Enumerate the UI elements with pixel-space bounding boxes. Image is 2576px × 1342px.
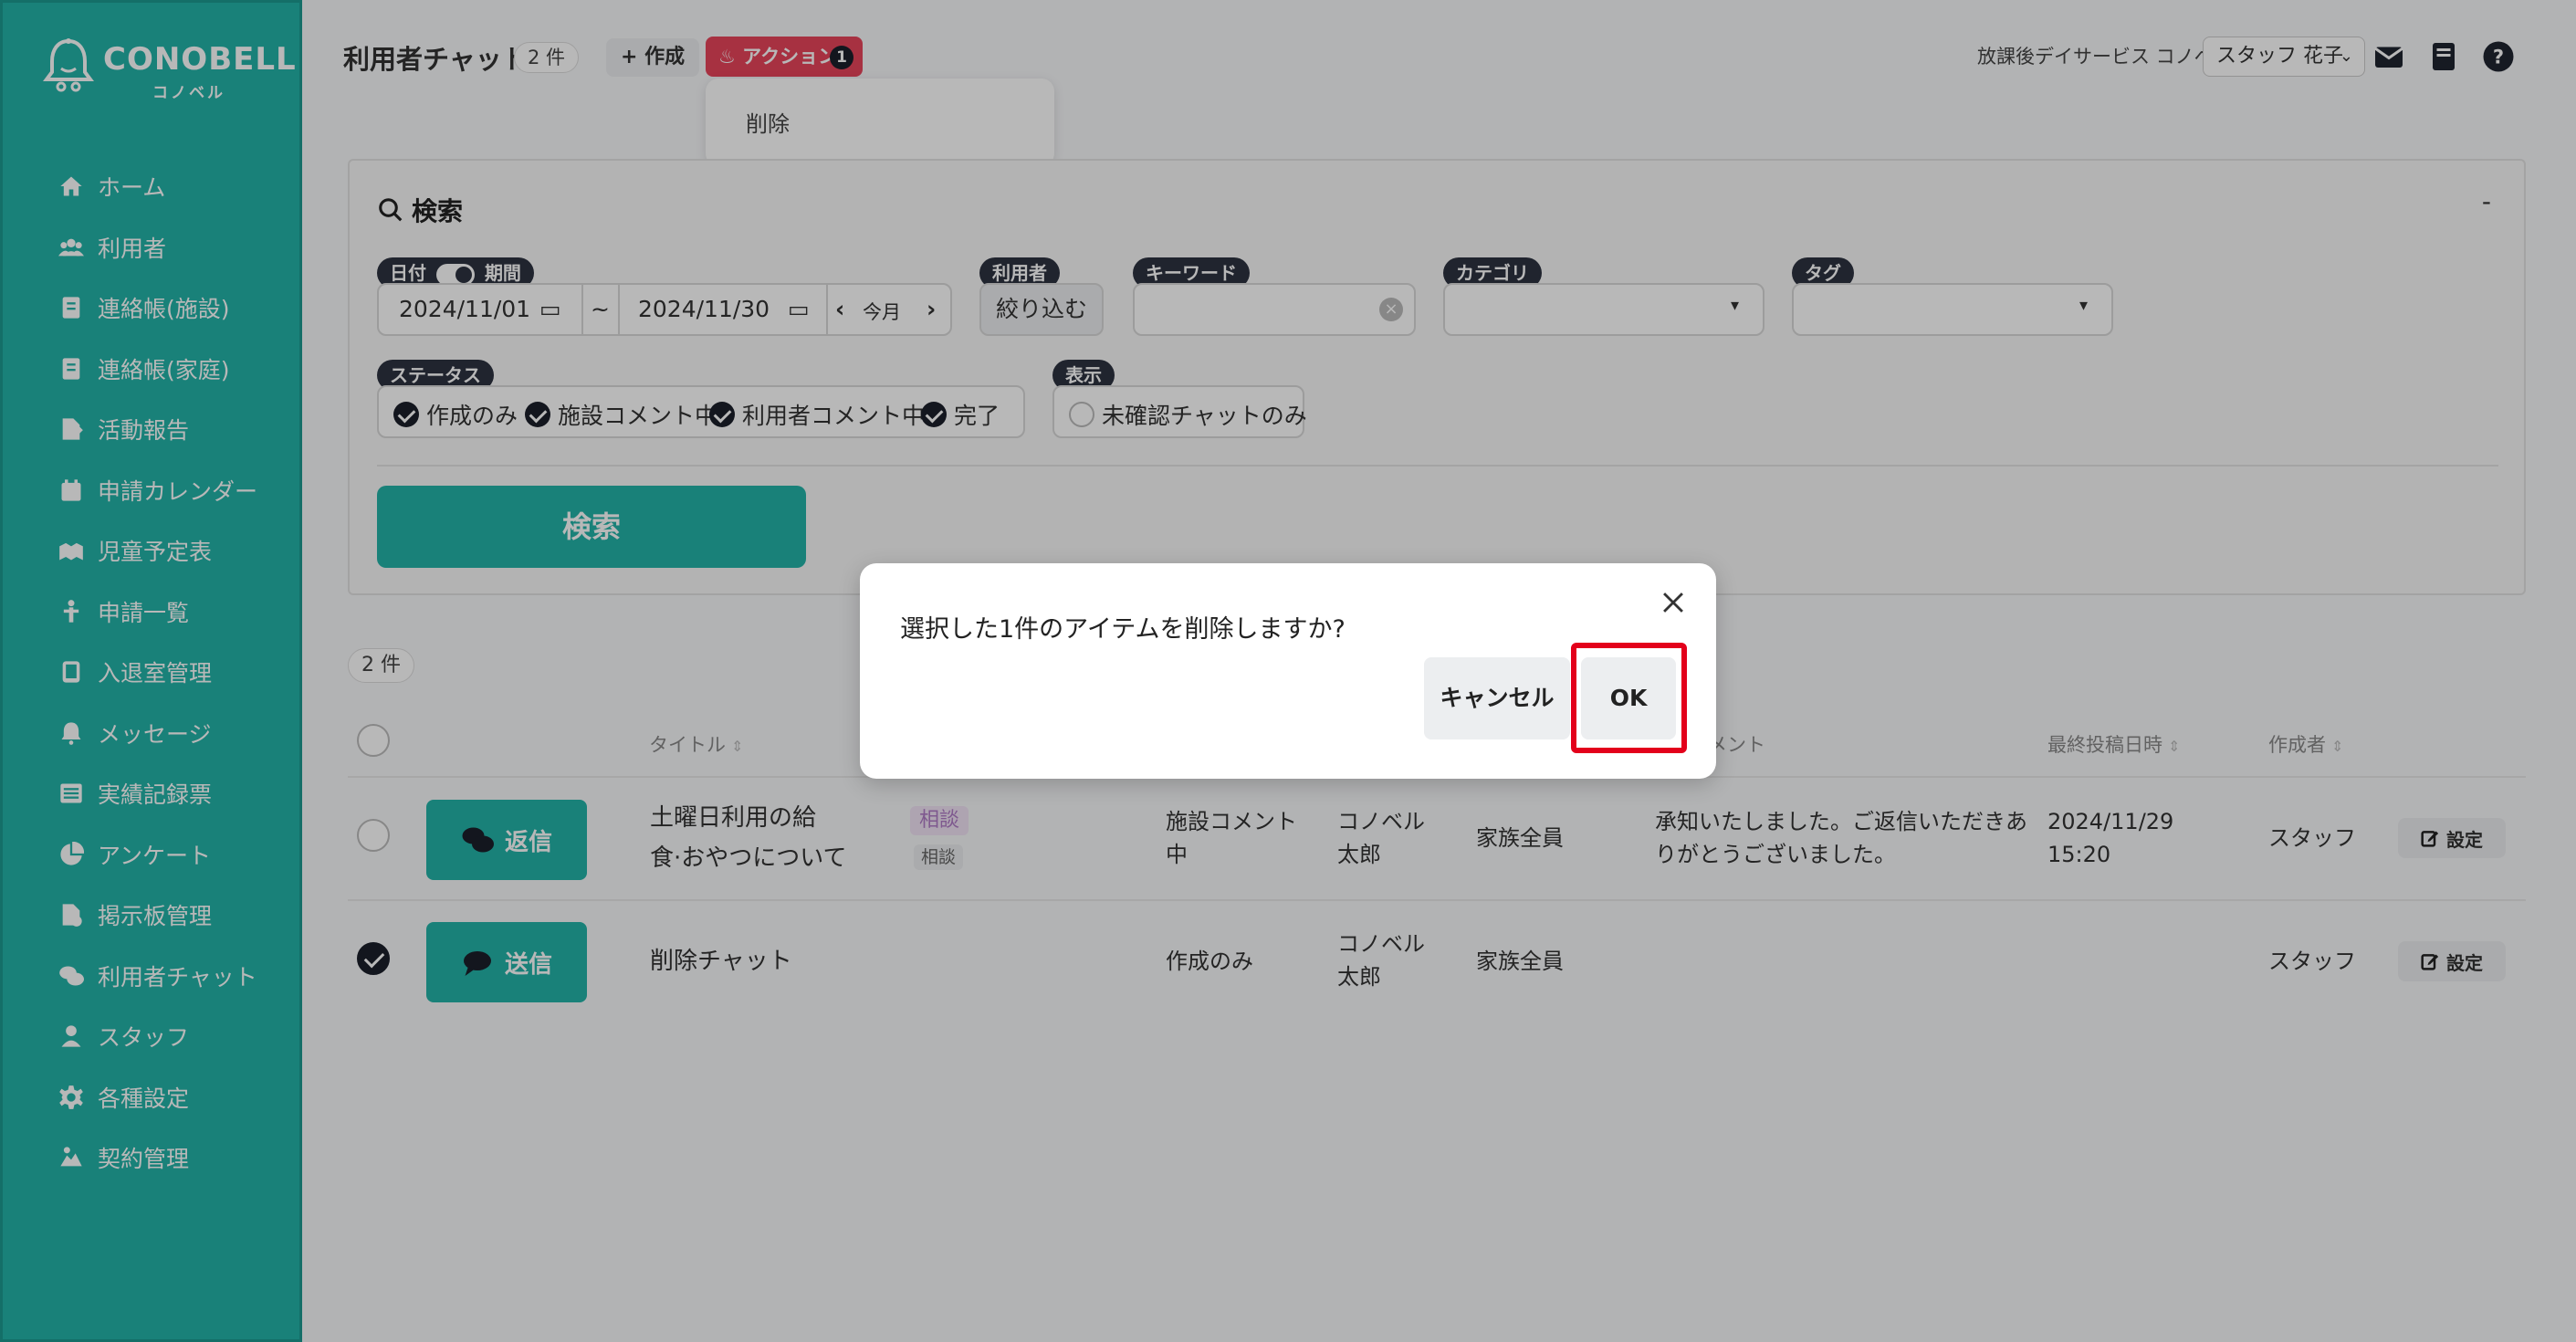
dialog-message: 選択した1件のアイテムを削除しますか? bbox=[900, 615, 1346, 644]
close-icon[interactable] bbox=[1658, 587, 1689, 618]
confirm-dialog: 選択した1件のアイテムを削除しますか? キャンセル OK bbox=[860, 563, 1716, 779]
ok-button[interactable]: OK bbox=[1581, 657, 1676, 739]
cancel-button[interactable]: キャンセル bbox=[1424, 657, 1570, 739]
